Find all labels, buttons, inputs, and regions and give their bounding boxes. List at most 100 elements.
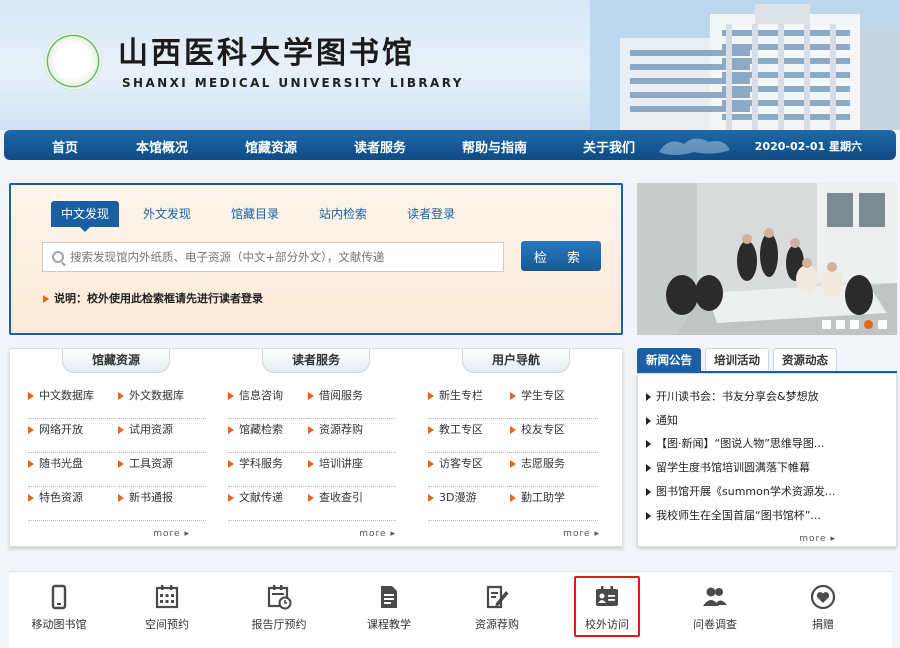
tab-site-search[interactable]: 站内检索 <box>309 201 377 227</box>
list-item[interactable]: 通知 <box>646 412 886 428</box>
link-students[interactable]: 学生专区 <box>510 385 598 419</box>
link-label: 馆藏检索 <box>239 423 283 436</box>
search-input[interactable] <box>70 250 490 264</box>
news-photo-carousel[interactable] <box>637 183 897 335</box>
arrow-right-icon <box>28 494 34 502</box>
link-borrowing[interactable]: 借阅服务 <box>308 385 396 419</box>
arrow-right-icon <box>428 426 434 434</box>
nav-about-library[interactable]: 本馆概况 <box>136 137 188 156</box>
link-faculty[interactable]: 教工专区 <box>428 419 516 453</box>
link-label: 工具资源 <box>129 457 173 470</box>
nav-about-us[interactable]: 关于我们 <box>583 137 635 156</box>
link-document-delivery[interactable]: 文献传递 <box>228 487 316 521</box>
link-3d-tour[interactable]: 3D漫游 <box>428 487 516 521</box>
link-recommend[interactable]: 资源荐购 <box>308 419 396 453</box>
link-label: 外文数据库 <box>129 389 184 402</box>
tab-reader-login[interactable]: 读者登录 <box>397 201 465 227</box>
users-icon <box>703 587 727 606</box>
tab-training[interactable]: 培训活动 <box>705 348 769 371</box>
link-work-study[interactable]: 勤工助学 <box>510 487 598 521</box>
link-new-books[interactable]: 新书通报 <box>118 487 206 521</box>
link-label: 留学生度书馆培训圆满落下帷幕 <box>656 461 810 474</box>
nav-help-guide[interactable]: 帮助与指南 <box>462 137 527 156</box>
search-tabs: 中文发现 外文发现 馆藏目录 站内检索 读者登录 <box>51 201 485 232</box>
nav-reader-services[interactable]: 读者服务 <box>354 137 406 156</box>
carousel-dot[interactable] <box>822 320 831 329</box>
link-label: 资源荐购 <box>319 423 363 436</box>
link-visitors[interactable]: 访客专区 <box>428 453 516 487</box>
tab-catalog[interactable]: 馆藏目录 <box>221 201 289 227</box>
meeting-photo <box>637 183 897 335</box>
tab-chinese-discovery[interactable]: 中文发现 <box>51 201 120 232</box>
search-button[interactable]: 检 索 <box>521 241 601 271</box>
more-link[interactable]: more ▸ <box>359 529 396 539</box>
arrow-right-icon <box>428 494 434 502</box>
service-donation[interactable]: 捐赠 <box>773 578 873 646</box>
link-consulting[interactable]: 信息咨询 <box>228 385 316 419</box>
arrow-right-icon <box>646 464 651 472</box>
service-mobile-library[interactable]: 移动图书馆 <box>9 578 109 646</box>
nav-home[interactable]: 首页 <box>52 137 78 156</box>
link-catalog-search[interactable]: 馆藏检索 <box>228 419 316 453</box>
arrow-right-icon <box>118 392 124 400</box>
carousel-dot[interactable] <box>836 320 845 329</box>
list-item[interactable]: 图书馆开展《summon学术资源发... <box>646 483 886 499</box>
carousel-dot-active[interactable] <box>864 320 873 329</box>
resource-panel: 馆藏资源 中文数据库 外文数据库 网络开放 试用资源 随书光盘 工具资源 特色资… <box>9 348 623 547</box>
library-building-image <box>590 0 900 130</box>
link-foreign-db[interactable]: 外文数据库 <box>118 385 206 419</box>
arrow-right-icon <box>228 426 234 434</box>
link-label: 学生专区 <box>521 389 565 402</box>
arrow-right-icon <box>646 512 651 520</box>
university-logo[interactable] <box>44 32 102 90</box>
link-cd-with-books[interactable]: 随书光盘 <box>28 453 116 487</box>
list-item[interactable]: 我校师生在全国首届“图书馆杯”... <box>646 507 886 523</box>
list-item[interactable]: 【图·新闻】“图说人物”思维导图... <box>646 435 886 451</box>
service-resource-recommend[interactable]: 资源荐购 <box>447 578 547 646</box>
arrow-right-icon <box>308 460 314 468</box>
link-volunteer[interactable]: 志愿服务 <box>510 453 598 487</box>
column-title: 用户导航 <box>462 349 570 373</box>
tab-news[interactable]: 新闻公告 <box>637 348 701 371</box>
link-label: 通知 <box>656 414 678 427</box>
more-link[interactable]: more ▸ <box>799 534 836 544</box>
list-item[interactable]: 开川读书会：书友分享会&梦想放 <box>646 388 886 404</box>
link-special-resources[interactable]: 特色资源 <box>28 487 116 521</box>
nav-collections[interactable]: 馆藏资源 <box>245 137 297 156</box>
arrow-right-icon <box>308 494 314 502</box>
link-open-web[interactable]: 网络开放 <box>28 419 116 453</box>
link-chinese-db[interactable]: 中文数据库 <box>28 385 116 419</box>
service-space-booking[interactable]: 空间预约 <box>117 578 217 646</box>
carousel-dot[interactable] <box>878 320 887 329</box>
carousel-dots <box>817 320 887 329</box>
more-link[interactable]: more ▸ <box>563 529 600 539</box>
cloud-decoration-icon <box>659 138 730 155</box>
link-label: more <box>153 529 181 539</box>
site-title-en: SHANXI MEDICAL UNIVERSITY LIBRARY <box>122 76 464 90</box>
news-list: 开川读书会：书友分享会&梦想放 通知 【图·新闻】“图说人物”思维导图... 留… <box>637 373 897 547</box>
link-tool-resources[interactable]: 工具资源 <box>118 453 206 487</box>
link-freshmen[interactable]: 新生专栏 <box>428 385 516 419</box>
arrow-right-icon <box>28 392 34 400</box>
list-item[interactable]: 留学生度书馆培训圆满落下帷幕 <box>646 459 886 475</box>
link-alumni[interactable]: 校友专区 <box>510 419 598 453</box>
arrow-right-icon <box>228 460 234 468</box>
link-training[interactable]: 培训讲座 <box>308 453 396 487</box>
tab-resource-news[interactable]: 资源动态 <box>773 348 837 371</box>
service-lecture-hall-booking[interactable]: 报告厅预约 <box>229 578 329 646</box>
service-questionnaire[interactable]: 问卷调查 <box>665 578 765 646</box>
link-label: more <box>563 529 591 539</box>
service-course-teaching[interactable]: 课程教学 <box>339 578 439 646</box>
main-nav: 首页 本馆概况 馆藏资源 读者服务 帮助与指南 关于我们 2020-02-01 … <box>4 130 896 160</box>
link-subject-service[interactable]: 学科服务 <box>228 453 316 487</box>
more-link[interactable]: more ▸ <box>153 529 190 539</box>
link-trial-resources[interactable]: 试用资源 <box>118 419 206 453</box>
tab-foreign-discovery[interactable]: 外文发现 <box>133 201 201 227</box>
arrow-right-icon <box>28 426 34 434</box>
phone-icon <box>51 584 67 610</box>
link-label: 特色资源 <box>39 491 83 504</box>
link-citation-check[interactable]: 查收查引 <box>308 487 396 521</box>
link-label: 中文数据库 <box>39 389 94 402</box>
carousel-dot[interactable] <box>850 320 859 329</box>
service-off-campus-access[interactable]: 校外访问 <box>574 576 640 637</box>
